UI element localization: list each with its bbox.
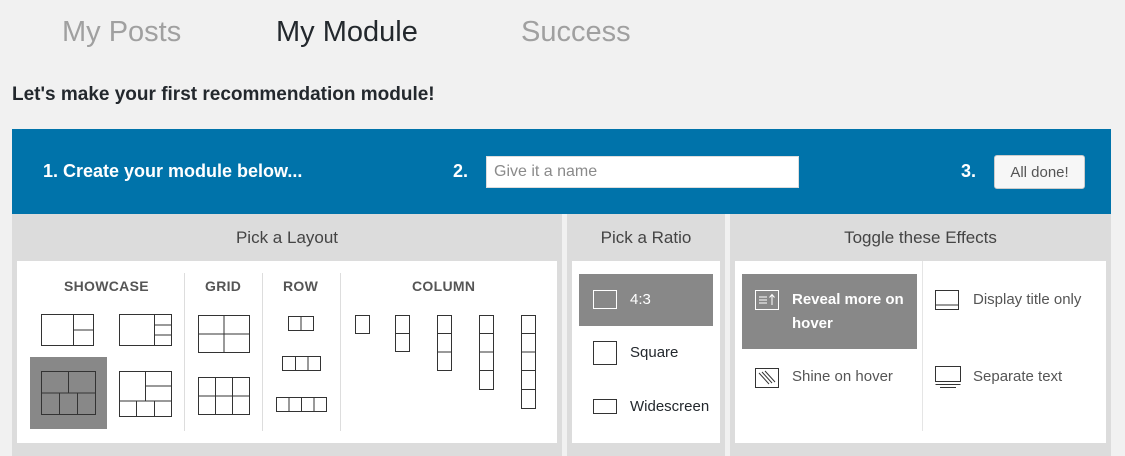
title-only-icon [935, 290, 959, 310]
step-3-number: 3. [961, 161, 977, 181]
effects-panel: Toggle these Effects Reveal more on hove… [730, 214, 1111, 456]
row-3-icon [282, 356, 321, 371]
effects-options: Reveal more on hover Display title only … [735, 261, 1106, 443]
effect-separate-text[interactable]: Separate text [925, 361, 1105, 401]
ratio-panel-title: Pick a Ratio [600, 228, 692, 247]
layout-group-showcase: SHOWCASE [64, 278, 149, 294]
layout-showcase-3[interactable] [30, 357, 107, 429]
row-4-icon [276, 397, 327, 412]
showcase-1-icon [41, 314, 94, 346]
layout-showcase-1[interactable] [41, 314, 94, 346]
effects-panel-title: Toggle these Effects [844, 228, 997, 247]
effect-label: Shine on hover [792, 368, 893, 385]
layout-column-1[interactable] [355, 315, 370, 334]
ratio-square-icon [593, 341, 617, 365]
layout-showcase-2[interactable] [119, 314, 172, 346]
layout-column-5[interactable] [521, 315, 536, 409]
effect-label: Separate text [973, 368, 1063, 385]
layout-grid-2[interactable] [198, 377, 250, 415]
ratio-widescreen-icon [593, 399, 617, 414]
layout-row-3[interactable] [282, 356, 321, 371]
layout-group-grid: GRID [205, 278, 242, 294]
layout-group-row: ROW [283, 278, 319, 294]
layout-divider [340, 273, 341, 431]
ratio-4-3-icon [593, 290, 617, 309]
steps-bar: 1. Create your module below... 2. 3. All… [12, 129, 1111, 214]
effect-label: Display title only [973, 291, 1082, 308]
layout-panel-title: Pick a Layout [235, 228, 339, 247]
showcase-4-icon [119, 371, 172, 417]
effect-reveal-more-on-hover[interactable]: Reveal more on hover [742, 274, 917, 349]
ratio-panel: Pick a Ratio 4:3 Square Widescreen [567, 214, 725, 456]
options-panels: Pick a Layout SHOWCASE GRID ROW COLUMN P… [12, 214, 1111, 456]
ratio-option-label: Square [630, 344, 679, 361]
all-done-button[interactable]: All done! [994, 155, 1085, 189]
effect-shine-on-hover[interactable]: Shine on hover [742, 361, 917, 401]
effect-label: Reveal more on hover [792, 291, 904, 332]
ratio-option-label: Widescreen [630, 398, 710, 415]
layout-group-column: COLUMN [412, 278, 476, 294]
layout-column-4[interactable] [479, 315, 494, 390]
ratio-option-4-3[interactable]: 4:3 [579, 274, 713, 326]
ratio-option-label: 4:3 [630, 291, 651, 308]
ratio-option-square[interactable]: Square [579, 327, 713, 379]
column-5-icon [521, 315, 536, 409]
tab-success[interactable]: Success [521, 14, 631, 50]
layout-row-2[interactable] [288, 316, 314, 331]
column-1-icon [355, 315, 370, 334]
showcase-3-icon [41, 371, 96, 415]
effects-divider [922, 261, 923, 431]
grid-3x2-icon [198, 377, 250, 415]
layout-column-2[interactable] [395, 315, 410, 352]
layout-divider [184, 273, 185, 431]
step-1-label: 1. Create your module below... [43, 161, 303, 181]
layout-column-3[interactable] [437, 315, 452, 371]
page-intro-heading: Let's make your first recommendation mod… [12, 84, 435, 105]
reveal-icon [755, 290, 779, 310]
layout-showcase-4[interactable] [119, 371, 172, 417]
column-3-icon [437, 315, 452, 371]
step-2-number: 2. [453, 161, 469, 181]
layout-divider [262, 273, 263, 431]
showcase-2-icon [119, 314, 172, 346]
separate-text-icon [935, 366, 961, 388]
layout-panel: Pick a Layout SHOWCASE GRID ROW COLUMN [12, 214, 562, 456]
effect-display-title-only[interactable]: Display title only [925, 274, 1105, 349]
tab-my-posts[interactable]: My Posts [62, 14, 181, 50]
tab-my-module[interactable]: My Module [276, 14, 418, 50]
layout-options: SHOWCASE GRID ROW COLUMN [17, 261, 557, 443]
row-2-icon [288, 316, 314, 331]
tab-bar: My Posts My Module Success [0, 0, 1125, 70]
grid-2x2-icon [198, 315, 250, 353]
ratio-option-widescreen[interactable]: Widescreen [579, 381, 713, 433]
shine-icon [755, 368, 779, 388]
layout-row-4[interactable] [276, 397, 327, 412]
layout-grid-1[interactable] [198, 315, 250, 353]
module-name-input[interactable] [486, 156, 799, 188]
column-4-icon [479, 315, 494, 390]
ratio-options: 4:3 Square Widescreen [572, 261, 720, 443]
column-2-icon [395, 315, 410, 352]
